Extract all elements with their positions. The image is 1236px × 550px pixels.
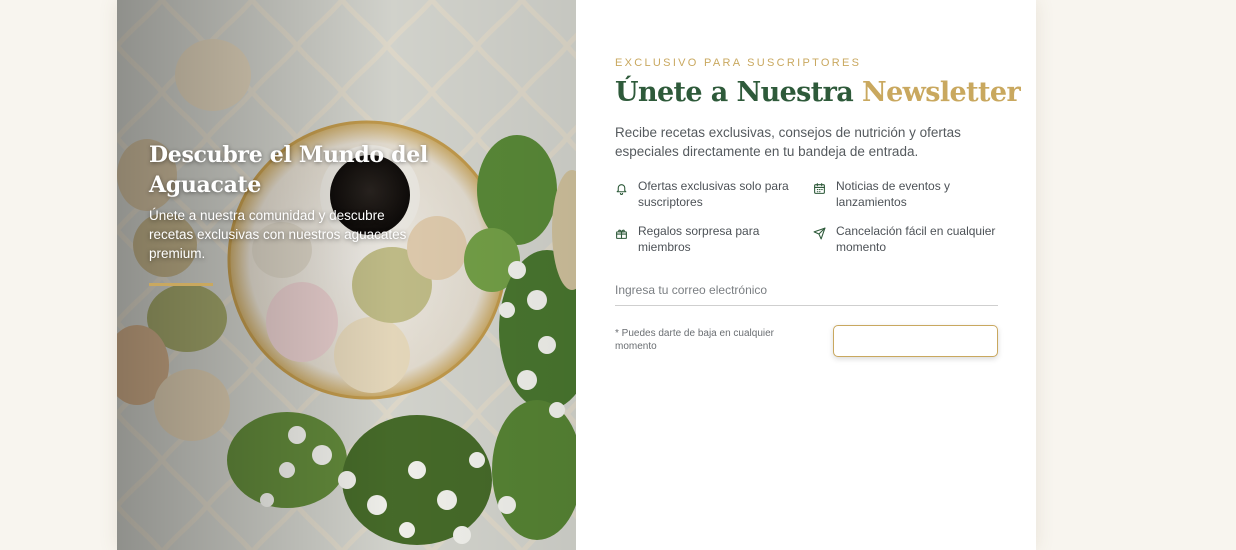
- send-icon: [813, 227, 826, 240]
- unsubscribe-note: * Puedes darte de baja en cualquier mome…: [615, 328, 775, 352]
- hero-text: Únete a nuestra comunidad y descubre rec…: [149, 208, 407, 261]
- newsletter-form-panel: EXCLUSIVO PARA SUSCRIPTORES Únete a Nues…: [576, 0, 1036, 550]
- benefit-item: Cancelación fácil en cualquier momento: [813, 223, 1003, 255]
- gift-icon: [616, 229, 627, 239]
- email-field[interactable]: [615, 283, 998, 306]
- benefit-item: Noticias de eventos y lanzamientos: [813, 178, 1003, 210]
- eyebrow-label: EXCLUSIVO PARA SUSCRIPTORES: [615, 57, 862, 69]
- benefit-item: Regalos sorpresa para miembros: [615, 223, 813, 255]
- calendar-icon: [814, 183, 825, 194]
- benefit-text: Noticias de eventos y lanzamientos: [836, 179, 951, 209]
- subscribe-button[interactable]: [833, 325, 998, 357]
- benefit-text: Cancelación fácil en cualquier momento: [836, 224, 996, 254]
- benefits-list: Ofertas exclusivas solo para suscriptore…: [615, 178, 998, 255]
- hero-copy: Descubre el Mundo del Aguacate Únete a n…: [149, 140, 449, 286]
- heading-main: Únete a Nuestra: [615, 77, 854, 108]
- heading-accent: Newsletter: [862, 77, 1021, 108]
- bell-icon: [616, 184, 627, 195]
- benefit-item: Ofertas exclusivas solo para suscriptore…: [615, 178, 813, 210]
- form-footer: * Puedes darte de baja en cualquier mome…: [615, 325, 998, 357]
- newsletter-heading: Únete a Nuestra Newsletter: [615, 76, 1021, 110]
- benefit-text: Ofertas exclusivas solo para suscriptore…: [638, 179, 789, 209]
- benefit-text: Regalos sorpresa para miembros: [638, 224, 760, 254]
- newsletter-intro: Recibe recetas exclusivas, consejos de n…: [615, 125, 961, 159]
- hero-image-panel: Descubre el Mundo del Aguacate Únete a n…: [117, 0, 576, 550]
- hero-divider: [149, 283, 213, 286]
- hero-title: Descubre el Mundo del Aguacate: [149, 142, 428, 198]
- newsletter-card: Descubre el Mundo del Aguacate Únete a n…: [117, 0, 1036, 550]
